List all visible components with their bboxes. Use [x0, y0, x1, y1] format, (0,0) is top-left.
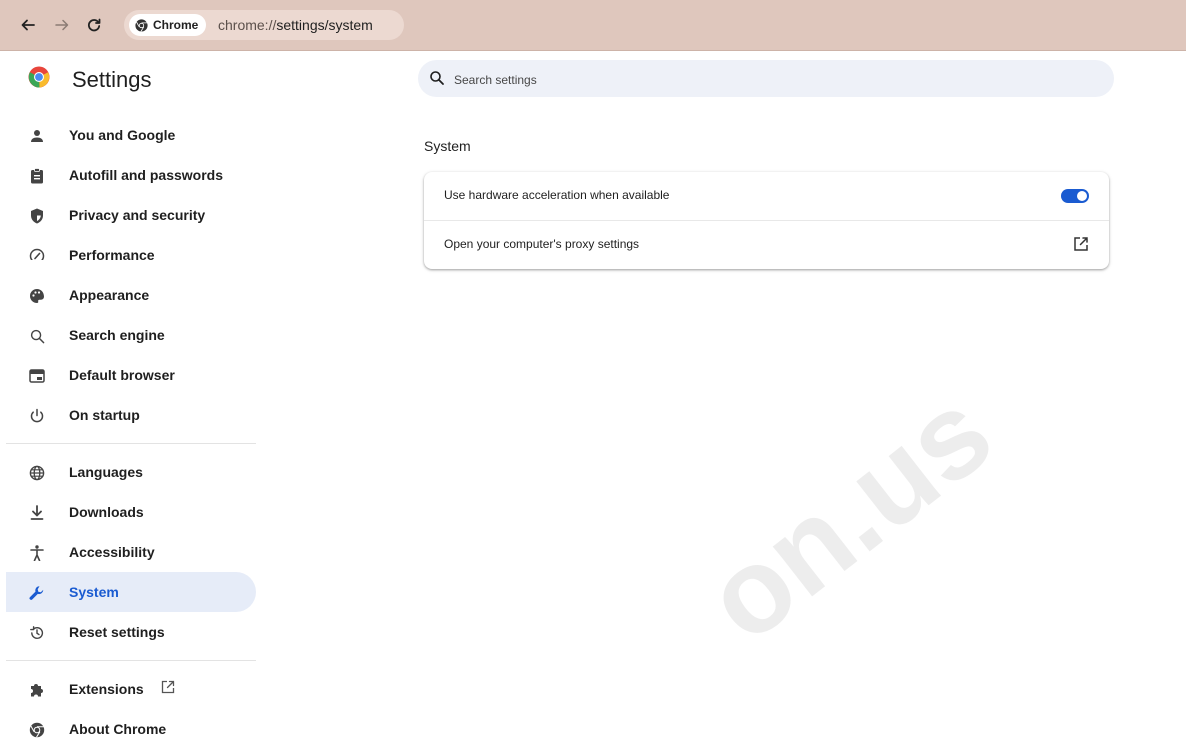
- sidebar-item-languages[interactable]: Languages: [6, 452, 256, 492]
- sidebar-divider: [6, 443, 256, 444]
- forward-button[interactable]: [50, 13, 74, 37]
- page-title: Settings: [72, 67, 152, 92]
- sidebar-item-label: Autofill and passwords: [69, 167, 224, 183]
- search-icon: [28, 327, 46, 345]
- sidebar-item-appearance[interactable]: Appearance: [6, 275, 256, 315]
- hardware-acceleration-toggle[interactable]: [1061, 189, 1089, 203]
- speedometer-icon: [28, 247, 46, 265]
- sidebar-item-search-engine[interactable]: Search engine: [6, 315, 256, 355]
- browser-window-icon: [28, 367, 46, 385]
- sidebar-item-label: Default browser: [69, 367, 175, 383]
- sidebar-item-you-and-google[interactable]: You and Google: [6, 115, 256, 155]
- sidebar-item-label: Performance: [69, 247, 155, 263]
- sidebar-item-label: Search engine: [69, 327, 165, 343]
- sidebar: You and Google Autofill and passwords Pr…: [6, 115, 256, 749]
- sidebar-item-reset-settings[interactable]: Reset settings: [6, 612, 256, 652]
- open-in-new-icon[interactable]: [1073, 236, 1089, 257]
- sidebar-item-about-chrome[interactable]: About Chrome: [6, 709, 256, 749]
- section-title: System: [424, 138, 471, 154]
- chrome-icon: [135, 18, 148, 32]
- download-icon: [28, 504, 46, 522]
- toggle-knob: [1077, 191, 1087, 201]
- power-icon: [28, 407, 46, 425]
- chrome-logo-icon: [28, 66, 50, 88]
- reload-button[interactable]: [82, 13, 106, 37]
- system-settings-card: Use hardware acceleration when available…: [424, 172, 1109, 269]
- sidebar-item-system[interactable]: System: [6, 572, 256, 612]
- forward-arrow-icon: [55, 19, 69, 31]
- sidebar-item-label: You and Google: [69, 127, 176, 143]
- wrench-icon: [28, 584, 46, 602]
- sidebar-item-performance[interactable]: Performance: [6, 235, 256, 275]
- watermark: on.us: [681, 364, 1016, 668]
- sidebar-item-default-browser[interactable]: Default browser: [6, 355, 256, 395]
- palette-icon: [28, 287, 46, 305]
- site-chip-label: Chrome: [153, 18, 199, 32]
- browser-toolbar: Chrome chrome://settings/system: [0, 0, 1186, 51]
- globe-icon: [28, 464, 46, 482]
- sidebar-item-label: About Chrome: [69, 721, 167, 737]
- sidebar-item-label: Accessibility: [69, 544, 155, 560]
- open-in-new-icon: [161, 680, 175, 699]
- sidebar-divider: [6, 660, 256, 661]
- sidebar-item-on-startup[interactable]: On startup: [6, 395, 256, 435]
- hardware-acceleration-row[interactable]: Use hardware acceleration when available: [424, 172, 1109, 220]
- sidebar-item-label: System: [69, 584, 119, 600]
- url-text: chrome://settings/system: [218, 17, 373, 33]
- shield-icon: [28, 207, 46, 225]
- search-icon: [430, 71, 444, 85]
- clipboard-icon: [28, 167, 46, 185]
- hardware-acceleration-label: Use hardware acceleration when available: [444, 188, 670, 202]
- sidebar-item-label: Privacy and security: [69, 207, 206, 223]
- sidebar-item-label: Reset settings: [69, 624, 165, 640]
- url-scheme: chrome://: [218, 17, 277, 33]
- person-icon: [28, 127, 46, 145]
- sidebar-item-autofill[interactable]: Autofill and passwords: [6, 155, 256, 195]
- sidebar-item-extensions[interactable]: Extensions: [6, 669, 256, 709]
- history-icon: [28, 624, 46, 642]
- back-arrow-icon: [21, 19, 35, 31]
- site-chip[interactable]: Chrome: [129, 14, 207, 36]
- sidebar-item-privacy[interactable]: Privacy and security: [6, 195, 256, 235]
- search-input[interactable]: [452, 69, 1096, 91]
- sidebar-item-label: Extensions: [69, 681, 144, 697]
- reload-icon: [88, 18, 101, 32]
- sidebar-item-label: On startup: [69, 407, 140, 423]
- proxy-settings-row[interactable]: Open your computer's proxy settings: [424, 220, 1109, 269]
- proxy-settings-label: Open your computer's proxy settings: [444, 237, 640, 251]
- sidebar-item-downloads[interactable]: Downloads: [6, 492, 256, 532]
- settings-logo: [28, 66, 50, 88]
- sidebar-item-label: Downloads: [69, 504, 144, 520]
- puzzle-icon: [28, 681, 46, 699]
- sidebar-item-label: Languages: [69, 464, 143, 480]
- sidebar-item-accessibility[interactable]: Accessibility: [6, 532, 256, 572]
- url-path: settings/system: [276, 17, 373, 33]
- back-button[interactable]: [16, 13, 40, 37]
- sidebar-item-label: Appearance: [69, 287, 150, 303]
- chrome-icon: [28, 721, 46, 739]
- search-box[interactable]: [418, 60, 1114, 97]
- accessibility-icon: [28, 544, 46, 562]
- omnibox[interactable]: Chrome chrome://settings/system: [124, 10, 404, 40]
